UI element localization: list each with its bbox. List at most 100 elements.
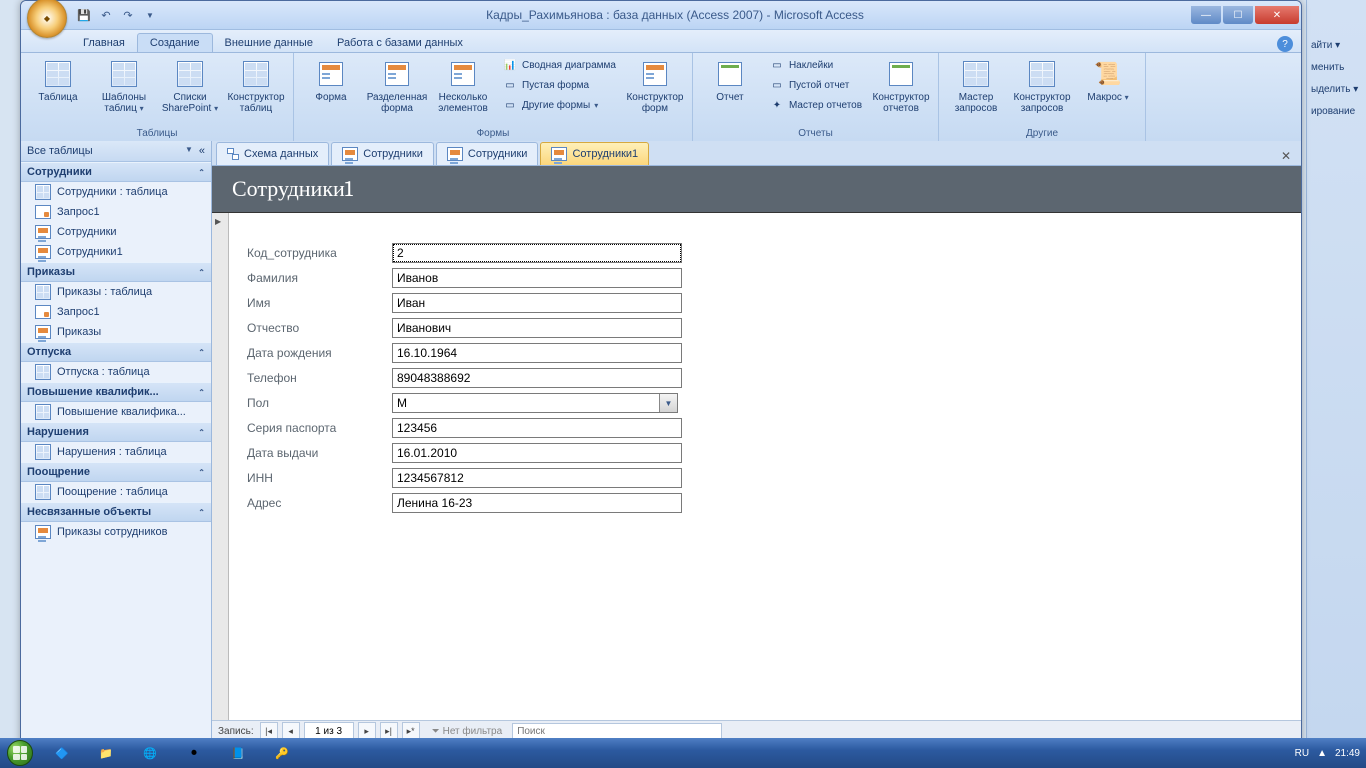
- chevron-up-icon: ⌃: [198, 388, 205, 397]
- other-forms-icon: ▭: [502, 97, 518, 113]
- taskbar-item-word[interactable]: 📘: [217, 740, 259, 766]
- chevron-up-icon: ⌃: [198, 348, 205, 357]
- nav-group-header[interactable]: Поощрение⌃: [21, 462, 211, 482]
- query-designer-button[interactable]: Конструктор запросов: [1011, 55, 1073, 117]
- field-label: Код_сотрудника: [247, 246, 392, 260]
- blank-form-button[interactable]: ▭Пустая форма: [498, 75, 620, 95]
- taskbar-item-explorer[interactable]: 📁: [85, 740, 127, 766]
- multiple-items-button[interactable]: Несколько элементов: [432, 55, 494, 117]
- form-designer-button[interactable]: Конструктор форм: [624, 55, 686, 117]
- minimize-button[interactable]: —: [1191, 6, 1221, 24]
- query-wizard-button[interactable]: Мастер запросов: [945, 55, 1007, 117]
- nav-group-header[interactable]: Отпуска⌃: [21, 342, 211, 362]
- table-templates-button[interactable]: Шаблоны таблиц ▾: [93, 55, 155, 117]
- document-tab[interactable]: Схема данных: [216, 142, 329, 165]
- nav-item[interactable]: Повышение квалифика...: [21, 402, 211, 422]
- field-input[interactable]: М▼: [392, 393, 678, 413]
- table-designer-button[interactable]: Конструктор таблиц: [225, 55, 287, 117]
- pivot-chart-icon: 📊: [502, 57, 518, 73]
- nav-item[interactable]: Нарушения : таблица: [21, 442, 211, 462]
- taskbar-item-ie[interactable]: 🌐: [129, 740, 171, 766]
- chevron-up-icon: ⌃: [198, 468, 205, 477]
- nav-group-header[interactable]: Нарушения⌃: [21, 422, 211, 442]
- nav-item[interactable]: Сотрудники: [21, 222, 211, 242]
- field-input[interactable]: 2: [392, 243, 682, 263]
- maximize-button[interactable]: ☐: [1223, 6, 1253, 24]
- nav-item-label: Поощрение : таблица: [57, 486, 168, 498]
- report-button[interactable]: Отчет: [699, 55, 761, 117]
- report-wizard-button[interactable]: ✦Мастер отчетов: [765, 95, 866, 115]
- document-tabs: Схема данныхСотрудникиСотрудникиСотрудни…: [212, 141, 1301, 166]
- document-tab[interactable]: Сотрудники: [436, 142, 539, 165]
- background-window-edge: айти ▾менитьыделить ▾ирование: [1306, 0, 1366, 740]
- nav-item[interactable]: Приказы : таблица: [21, 282, 211, 302]
- field-input[interactable]: 1234567812: [392, 468, 682, 488]
- qat-customize-icon[interactable]: ▼: [141, 6, 159, 24]
- form-button[interactable]: Форма: [300, 55, 362, 117]
- search-input[interactable]: [512, 723, 722, 739]
- nav-group-header[interactable]: Несвязанные объекты⌃: [21, 502, 211, 522]
- nav-item[interactable]: Запрос1: [21, 202, 211, 222]
- nav-pane-header[interactable]: Все таблицы ▼«: [21, 141, 211, 162]
- taskbar-item-access[interactable]: 🔑: [261, 740, 303, 766]
- nav-group-header[interactable]: Сотрудники⌃: [21, 162, 211, 182]
- other-forms-button[interactable]: ▭Другие формы ▾: [498, 95, 620, 115]
- nav-item[interactable]: Сотрудники : таблица: [21, 182, 211, 202]
- form-icon: [342, 147, 358, 161]
- document-tab[interactable]: Сотрудники1: [540, 142, 649, 165]
- taskbar-item-1[interactable]: 🔷: [41, 740, 83, 766]
- nav-item[interactable]: Сотрудники1: [21, 242, 211, 262]
- tab-home[interactable]: Главная: [71, 34, 137, 52]
- nav-item[interactable]: Приказы: [21, 322, 211, 342]
- redo-icon[interactable]: ↷: [119, 6, 137, 24]
- tray-lang[interactable]: RU: [1295, 748, 1309, 759]
- nav-item[interactable]: Отпуска : таблица: [21, 362, 211, 382]
- tray-clock[interactable]: 21:49: [1335, 748, 1360, 759]
- nav-item-label: Сотрудники : таблица: [57, 186, 168, 198]
- field-input[interactable]: 16.10.1964: [392, 343, 682, 363]
- tray-flag-icon[interactable]: ▲: [1317, 748, 1327, 759]
- field-input[interactable]: 123456: [392, 418, 682, 438]
- pivot-chart-button[interactable]: 📊Сводная диаграмма: [498, 55, 620, 75]
- nav-item-label: Сотрудники1: [57, 246, 123, 258]
- tab-create[interactable]: Создание: [137, 33, 213, 52]
- tab-database-tools[interactable]: Работа с базами данных: [325, 34, 475, 52]
- record-selector[interactable]: [212, 213, 229, 720]
- field-input[interactable]: 89048388692: [392, 368, 682, 388]
- form-icon: [35, 525, 51, 539]
- start-button[interactable]: [0, 738, 40, 768]
- table-button[interactable]: Таблица: [27, 55, 89, 117]
- field-input[interactable]: Иванович: [392, 318, 682, 338]
- help-icon[interactable]: ?: [1277, 36, 1293, 52]
- close-tab-icon[interactable]: ✕: [1277, 147, 1295, 165]
- field-input[interactable]: Иван: [392, 293, 682, 313]
- taskbar-item-media[interactable]: ⏺: [173, 740, 215, 766]
- form-row: Дата выдачи16.01.2010: [247, 443, 1301, 463]
- document-tab[interactable]: Сотрудники: [331, 142, 434, 165]
- field-input[interactable]: 16.01.2010: [392, 443, 682, 463]
- field-input[interactable]: Иванов: [392, 268, 682, 288]
- close-button[interactable]: ✕: [1255, 6, 1299, 24]
- split-form-button[interactable]: Разделенная форма: [366, 55, 428, 117]
- collapse-pane-icon[interactable]: «: [199, 145, 205, 157]
- form-icon: [319, 62, 343, 86]
- nav-item[interactable]: Запрос1: [21, 302, 211, 322]
- macro-button[interactable]: 📜Макрос ▾: [1077, 55, 1139, 117]
- nav-group-header[interactable]: Повышение квалифик...⌃: [21, 382, 211, 402]
- report-designer-button[interactable]: Конструктор отчетов: [870, 55, 932, 117]
- save-icon[interactable]: 💾: [75, 6, 93, 24]
- nav-item-label: Нарушения : таблица: [57, 446, 167, 458]
- nav-item-label: Сотрудники: [57, 226, 117, 238]
- undo-icon[interactable]: ↶: [97, 6, 115, 24]
- nav-group-header[interactable]: Приказы⌃: [21, 262, 211, 282]
- dropdown-button[interactable]: ▼: [659, 394, 677, 412]
- nav-item[interactable]: Поощрение : таблица: [21, 482, 211, 502]
- field-label: Адрес: [247, 496, 392, 510]
- blank-report-button[interactable]: ▭Пустой отчет: [765, 75, 866, 95]
- sharepoint-lists-button[interactable]: Списки SharePoint ▾: [159, 55, 221, 117]
- labels-button[interactable]: ▭Наклейки: [765, 55, 866, 75]
- nav-item[interactable]: Приказы сотрудников: [21, 522, 211, 542]
- field-input[interactable]: Ленина 16-23: [392, 493, 682, 513]
- form-row: Телефон89048388692: [247, 368, 1301, 388]
- tab-external-data[interactable]: Внешние данные: [213, 34, 325, 52]
